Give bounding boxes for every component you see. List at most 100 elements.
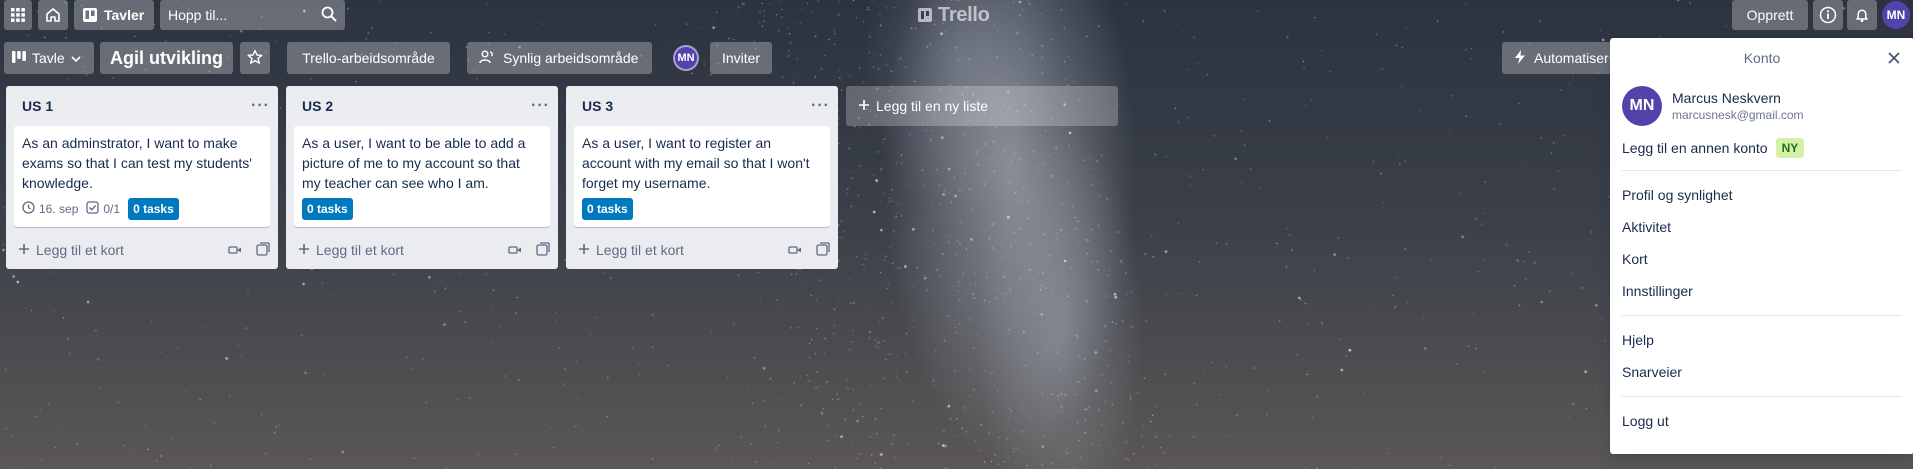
- menu-item-settings[interactable]: Innstillinger: [1610, 275, 1913, 307]
- add-card-button[interactable]: Legg til et kort: [298, 242, 404, 258]
- list-menu-icon[interactable]: ···: [251, 97, 270, 115]
- card-label: 0 tasks: [582, 198, 633, 220]
- board-view-icon: [12, 50, 26, 66]
- due-date-text: 16. sep: [39, 202, 79, 216]
- workspace-button[interactable]: Trello-arbeidsområde: [287, 42, 450, 74]
- divider: [1622, 170, 1902, 171]
- info-button[interactable]: [1813, 0, 1843, 30]
- checklist-icon: [86, 201, 100, 217]
- trello-logo-icon: [918, 8, 932, 22]
- card[interactable]: As an adminstrator, I want to make exams…: [14, 126, 270, 227]
- list-menu-icon[interactable]: ···: [531, 97, 550, 115]
- list-us2: US 2 ··· As a user, I want to be able to…: [286, 86, 558, 269]
- boards-button[interactable]: Tavler: [74, 0, 154, 30]
- chevron-down-icon: [71, 50, 81, 66]
- avatar-initials: MN: [1886, 8, 1906, 22]
- menu-item-shortcuts[interactable]: Snarveier: [1610, 356, 1913, 388]
- user-avatar: MN: [1622, 86, 1662, 126]
- add-account-item[interactable]: Legg til en annen konto NY: [1610, 134, 1913, 162]
- view-switcher-button[interactable]: Tavle: [4, 42, 94, 74]
- top-navigation: Tavler Hopp til... Trello Opprett MN: [0, 0, 1913, 30]
- list-title[interactable]: US 2: [302, 98, 333, 114]
- card[interactable]: As a user, I want to be able to add a pi…: [294, 126, 550, 227]
- divider: [1622, 315, 1902, 316]
- home-button[interactable]: [38, 0, 68, 30]
- lightning-icon: [1514, 49, 1526, 67]
- list-us1: US 1 ··· As an adminstrator, I want to m…: [6, 86, 278, 269]
- search-icon: [321, 6, 337, 25]
- plus-icon: [858, 98, 870, 114]
- grid-icon: [11, 8, 25, 22]
- card-label: 0 tasks: [302, 198, 353, 220]
- add-account-label: Legg til en annen konto: [1622, 140, 1768, 156]
- add-card-label: Legg til et kort: [36, 242, 124, 258]
- member-initials: MN: [677, 52, 695, 64]
- create-button[interactable]: Opprett: [1732, 0, 1808, 30]
- invite-button[interactable]: Inviter: [710, 42, 772, 74]
- board-title[interactable]: Agil utvikling: [100, 42, 234, 74]
- due-date-badge: 16. sep: [22, 201, 78, 217]
- add-card-button[interactable]: Legg til et kort: [578, 242, 684, 258]
- menu-item-profile[interactable]: Profil og synlighet: [1610, 179, 1913, 211]
- add-list-button[interactable]: Legg til en ny liste: [846, 86, 1118, 126]
- info-icon: [1819, 6, 1837, 24]
- notifications-button[interactable]: [1847, 0, 1877, 30]
- account-avatar[interactable]: MN: [1882, 1, 1910, 29]
- user-avatar-initials: MN: [1629, 97, 1655, 114]
- add-card-label: Legg til et kort: [316, 242, 404, 258]
- menu-item-activity[interactable]: Aktivitet: [1610, 211, 1913, 243]
- logout-item[interactable]: Logg ut: [1610, 405, 1913, 437]
- add-card-label: Legg til et kort: [596, 242, 684, 258]
- record-video-icon[interactable]: [788, 242, 802, 258]
- list-title[interactable]: US 3: [582, 98, 613, 114]
- people-icon: [479, 50, 495, 67]
- visibility-button[interactable]: Synlig arbeidsområde: [467, 42, 652, 74]
- clock-icon: [22, 201, 35, 217]
- plus-icon: [298, 242, 310, 258]
- card-text: As a user, I want to register an account…: [582, 135, 810, 191]
- plus-icon: [578, 242, 590, 258]
- plus-icon: [18, 242, 30, 258]
- board-name: Agil utvikling: [110, 47, 224, 68]
- star-icon: [247, 49, 263, 68]
- record-video-icon[interactable]: [508, 242, 522, 258]
- card-label: 0 tasks: [128, 198, 179, 220]
- record-video-icon[interactable]: [228, 242, 242, 258]
- account-popover: Konto MN Marcus Neskvern marcusnesk@gmai…: [1610, 38, 1913, 454]
- invite-label: Inviter: [721, 50, 761, 66]
- app-switcher-button[interactable]: [4, 0, 32, 30]
- create-from-template-icon[interactable]: [256, 241, 270, 259]
- popover-title: Konto: [1743, 50, 1781, 66]
- card-text: As a user, I want to be able to add a pi…: [302, 135, 526, 191]
- menu-item-help[interactable]: Hjelp: [1610, 324, 1913, 356]
- list-title[interactable]: US 1: [22, 98, 53, 114]
- visibility-label: Synlig arbeidsområde: [503, 50, 639, 66]
- boards-label: Tavler: [104, 7, 145, 23]
- new-badge: NY: [1775, 138, 1805, 158]
- list-us3: US 3 ··· As a user, I want to register a…: [566, 86, 838, 269]
- board-icon: [82, 7, 98, 23]
- close-icon[interactable]: [1884, 48, 1904, 68]
- search-placeholder: Hopp til...: [168, 7, 228, 23]
- card-text: As an adminstrator, I want to make exams…: [22, 135, 252, 191]
- create-from-template-icon[interactable]: [536, 241, 550, 259]
- board-member-avatar[interactable]: MN: [673, 45, 699, 71]
- user-name: Marcus Neskvern: [1672, 90, 1781, 106]
- logo-text: Trello: [938, 3, 990, 26]
- bell-icon: [1854, 7, 1870, 23]
- home-icon: [45, 7, 61, 23]
- divider: [1622, 396, 1902, 397]
- search-input[interactable]: Hopp til...: [160, 0, 345, 30]
- workspace-label: Trello-arbeidsområde: [302, 50, 435, 66]
- view-label: Tavle: [32, 50, 65, 66]
- card[interactable]: As a user, I want to register an account…: [574, 126, 830, 227]
- automation-label: Automatiser: [1534, 50, 1609, 66]
- menu-item-cards[interactable]: Kort: [1610, 243, 1913, 275]
- create-from-template-icon[interactable]: [816, 241, 830, 259]
- add-card-button[interactable]: Legg til et kort: [18, 242, 124, 258]
- list-menu-icon[interactable]: ···: [811, 97, 830, 115]
- automation-button[interactable]: Automatiser: [1502, 42, 1612, 74]
- star-board-button[interactable]: [240, 42, 270, 74]
- create-label: Opprett: [1746, 7, 1794, 23]
- trello-logo[interactable]: Trello: [918, 4, 990, 26]
